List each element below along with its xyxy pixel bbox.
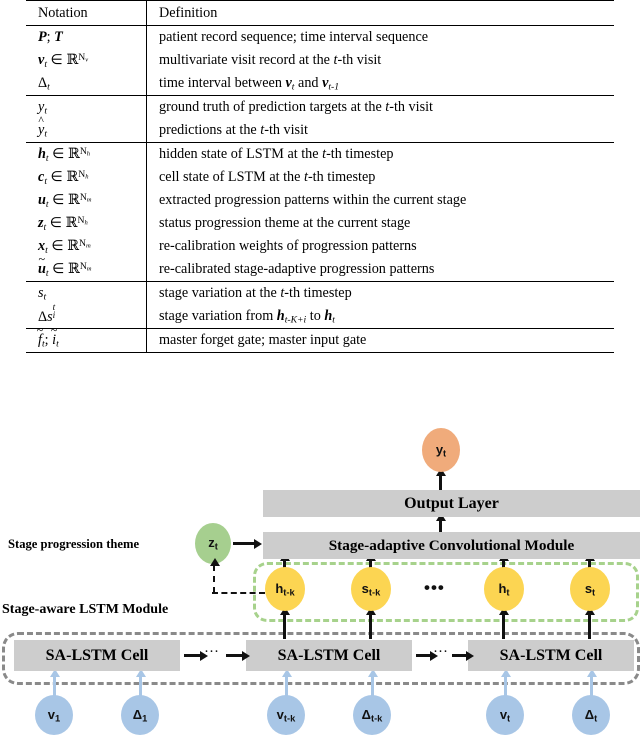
notation-cell: Δt [38,74,50,93]
table-row: ht ∈ ℝNh hidden state of LSTM at the t-t… [26,142,614,166]
definition-cell: stage variation at the t-th timestep [146,281,614,305]
node-label: vt-k [276,706,296,724]
sa-lstm-cell-label: SA-LSTM Cell [45,646,149,664]
arrow-cell2-to-cell3-right [452,654,466,657]
definition-cell: predictions at the t-th visit [146,119,614,143]
notation-cell: P; T [26,25,147,49]
node-input-v-t: vt [486,695,524,735]
notation-cell: yt [26,95,147,119]
table-row: P; T patient record sequence; time inter… [26,25,614,49]
table-row: ct ∈ ℝNh cell state of LSTM at the t-th … [26,166,614,189]
node-state-s-tk: st-k [351,567,391,611]
stage-progression-theme-label: Stage progression theme [8,537,140,551]
node-label: vt [499,706,511,724]
stage-aware-lstm-module-label: Stage-aware LSTM Module [2,602,169,617]
node-label: Δ1 [132,706,148,724]
arrow-cell3-to-h-t [502,614,505,639]
notation-cell: yt [26,119,147,143]
table-body: Notation Definition P; T patient record … [26,0,614,353]
arrow-cell2-to-s-tk [369,614,372,639]
arrow-zt-to-sac [233,542,254,545]
definition-cell: time interval between vt and vt-1 [146,72,614,96]
notation-cell: ct ∈ ℝNh [38,168,89,187]
sa-lstm-cell-label: SA-LSTM Cell [499,646,603,664]
node-label: ht [498,580,510,598]
notation-cell: st [26,281,147,305]
table-row: yt predictions at the t-th visit [26,119,614,143]
node-input-delta-t: Δt [572,695,610,735]
table-row: ut ∈ ℝNm extracted progression patterns … [26,189,614,212]
node-label: zt [208,535,218,552]
definition-cell: re-calibration weights of progression pa… [146,235,614,258]
table-row: Δt time interval between vt and vt-1 [26,72,614,96]
cells-ellipsis-1: ··· [204,644,219,660]
sa-lstm-cell-label: SA-LSTM Cell [277,646,381,664]
notation-cell: ut ∈ ℝNm [26,258,147,282]
node-output-yt: yt [422,428,460,472]
cells-ellipsis-2: ··· [433,644,448,660]
node-label: Δt-k [361,706,383,724]
definition-cell: status progression theme at the current … [146,212,614,235]
definition-cell: hidden state of LSTM at the t-th timeste… [146,142,614,166]
node-label: v1 [47,706,61,724]
node-input-delta1: Δ1 [121,695,159,735]
definition-cell: re-calibrated stage-adaptive progression… [146,258,614,282]
definition-cell: extracted progression patterns within th… [146,189,614,212]
column-header-definition: Definition [146,0,614,26]
notation-cell: ut ∈ ℝNm [38,191,92,210]
arrow-cell3-to-s-t [588,614,591,639]
stage-adaptive-conv-module-box: Stage-adaptive Convolutional Module [263,532,640,559]
arrow-cell2-to-h-tk [283,614,286,639]
node-state-h-t: ht [484,567,524,611]
arrow-cell2-to-cell3-left [416,654,430,657]
table-row: ut ∈ ℝNm re-calibrated stage-adaptive pr… [26,258,614,282]
table-row: zt ∈ ℝNh status progression theme at the… [26,212,614,235]
sa-lstm-cell-2: SA-LSTM Cell [246,640,412,671]
node-label: Δt [584,706,598,724]
table-row: xt ∈ ℝNm re-calibration weights of progr… [26,235,614,258]
sa-lstm-cell-1: SA-LSTM Cell [14,640,180,671]
node-state-h-tk: ht-k [265,567,305,611]
arrow-cell1-to-cell2-left [184,654,200,657]
output-layer-label: Output Layer [404,494,499,512]
table-row: vt ∈ ℝNv multivariate visit record at th… [26,49,614,72]
model-architecture-diagram: yt Output Layer Stage-adaptive Convoluti… [0,410,640,735]
node-input-v-tk: vt-k [267,695,305,735]
notation-cell: zt ∈ ℝNh [38,214,88,233]
output-layer-box: Output Layer [263,490,640,517]
node-label: ht-k [275,580,295,598]
notation-cell: ht ∈ ℝNh [26,142,147,166]
table-row: ft; it master forget gate; master input … [26,328,614,353]
table-row: st stage variation at the t-th timestep [26,281,614,305]
sa-lstm-cell-3: SA-LSTM Cell [468,640,634,671]
dashed-feedback-horizontal [212,592,265,594]
definition-cell: stage variation from ht-K+i to ht [146,305,614,329]
table-row: Δs t i stage variation from ht-K+i to ht [26,302,614,329]
node-input-delta-tk: Δt-k [353,695,391,735]
node-input-v1: v1 [35,695,73,735]
definition-cell: patient record sequence; time interval s… [146,25,614,49]
node-label: st-k [361,580,381,598]
notation-table: Notation Definition P; T patient record … [26,0,614,353]
column-header-notation: Notation [26,0,147,26]
table-row: yt ground truth of prediction targets at… [26,95,614,119]
table-header-row: Notation Definition [26,0,614,26]
node-state-s-t: st [570,567,610,611]
arrow-cell1-to-cell2-right [226,654,242,657]
definition-cell: cell state of LSTM at the t-th timestep [146,166,614,189]
definition-cell: master forget gate; master input gate [146,328,614,353]
definition-cell: multivariate visit record at the t-th vi… [146,49,614,72]
arrow-outputlayer-to-yt [439,475,442,491]
node-label: yt [435,441,447,459]
notation-cell: ft; it [26,328,147,353]
state-row-ellipsis: ••• [424,578,445,597]
node-label: st [584,580,596,598]
dashed-feedback-vertical-to-zt [209,558,220,593]
sac-module-label: Stage-adaptive Convolutional Module [328,536,575,554]
notation-cell: vt ∈ ℝNv [38,51,89,70]
notation-definition-table: Notation Definition P; T patient record … [26,0,614,353]
definition-cell: ground truth of prediction targets at th… [146,95,614,119]
notation-cell: Δs t i [38,302,56,326]
